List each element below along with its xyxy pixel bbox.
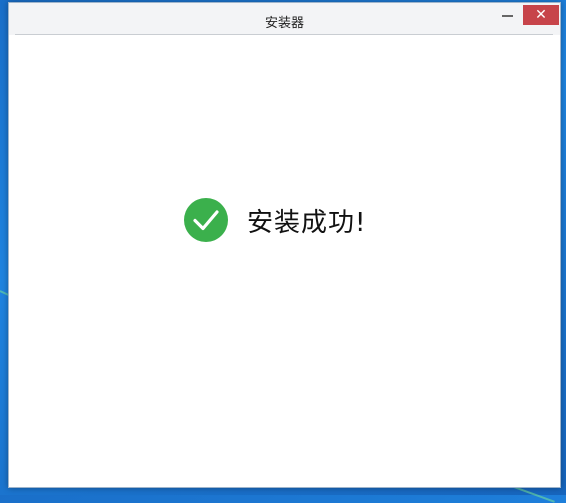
- close-button[interactable]: ✕: [523, 5, 559, 25]
- check-circle-icon: [184, 198, 228, 242]
- title-bar[interactable]: 安装器 ✕: [9, 3, 560, 34]
- content-area: 安装成功!: [9, 35, 560, 487]
- window-title: 安装器: [264, 16, 304, 31]
- minimize-button[interactable]: [497, 6, 519, 24]
- success-message: 安装成功!: [247, 207, 367, 238]
- installer-window: 安装器 ✕ 安装成功!: [8, 2, 561, 488]
- success-status: 安装成功!: [184, 198, 366, 242]
